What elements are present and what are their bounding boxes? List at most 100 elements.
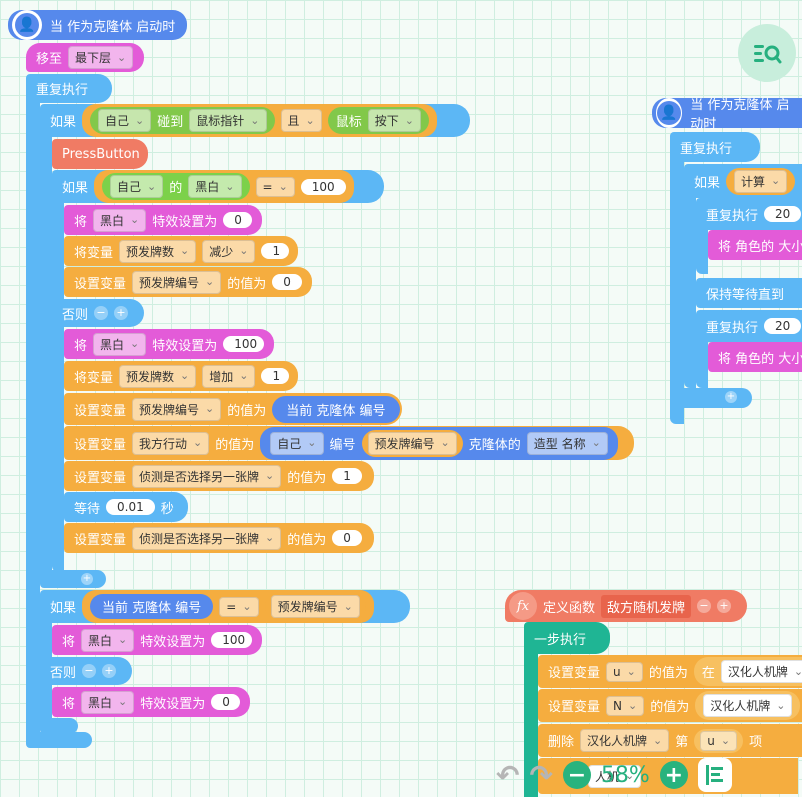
- set-effect-block-4[interactable]: 将 黑白 特效设置为 0: [52, 687, 250, 717]
- else-label-1[interactable]: 否则 − +: [52, 299, 144, 327]
- value-field[interactable]: 0: [272, 274, 302, 290]
- set-effect-block-1[interactable]: 将 黑白 特效设置为 0: [64, 205, 262, 235]
- repeat-n-block-2[interactable]: 重复执行 20: [696, 310, 802, 342]
- of-property-sensor[interactable]: 自己 的 黑白: [102, 173, 250, 200]
- self-dropdown[interactable]: 自己: [98, 109, 152, 132]
- change-var-block-2[interactable]: 将变量 预发牌数 增加 1: [64, 361, 298, 391]
- list-dropdown[interactable]: 汉化人机牌: [580, 729, 670, 752]
- redo-icon[interactable]: ↷: [529, 759, 552, 792]
- list-reporter[interactable]: 汉化人机牌: [695, 691, 801, 720]
- repeat-n-block-1[interactable]: 重复执行 20: [696, 198, 802, 230]
- operator-dropdown[interactable]: =: [219, 596, 259, 617]
- repeat-end-2-add[interactable]: +: [725, 391, 737, 403]
- clone-id-reporter[interactable]: 当前 克隆体 编号: [272, 395, 400, 423]
- remove-branch-icon[interactable]: −: [94, 306, 109, 320]
- clone-property-reporter[interactable]: 自己 编号 预发牌编号 克隆体的 造型 名称: [260, 426, 618, 460]
- run-step-block[interactable]: 一步执行: [524, 622, 610, 654]
- value-field[interactable]: 0: [332, 530, 362, 546]
- set-var-block-3[interactable]: 设置变量 我方行动 的值为 自己 编号 预发牌编号 克隆体的 造型 名称: [64, 426, 634, 460]
- value-field[interactable]: 100: [223, 336, 264, 352]
- clone-start-hat-2[interactable]: 👤 当 作为克隆体 启动时: [652, 98, 802, 132]
- repeat-forever-block[interactable]: 重复执行: [26, 74, 112, 103]
- add-branch-icon[interactable]: +: [114, 306, 129, 320]
- var-reporter[interactable]: 预发牌编号: [361, 429, 463, 457]
- var-dropdown[interactable]: 预发牌编号: [270, 595, 360, 618]
- value-field[interactable]: 0: [223, 212, 252, 228]
- list-dropdown[interactable]: 汉化人机牌: [703, 694, 793, 717]
- wait-value-field[interactable]: 0.01: [106, 499, 155, 515]
- var-dropdown[interactable]: 我方行动: [132, 431, 210, 455]
- set-var-u-block[interactable]: 设置变量 u 的值为 在 汉化人机牌: [538, 655, 802, 688]
- op-dropdown[interactable]: 减少: [202, 239, 256, 263]
- effect-dropdown[interactable]: 黑白: [81, 628, 135, 652]
- set-effect-block-2[interactable]: 将 黑白 特效设置为 100: [64, 329, 274, 359]
- repeat-count-field[interactable]: 20: [764, 318, 802, 334]
- if-block-3[interactable]: 如果 当前 克隆体 编号 = 预发牌编号: [40, 590, 410, 623]
- set-size-block-1[interactable]: 将 角色的 大小: [708, 230, 802, 260]
- wait-block[interactable]: 等待 0.01 秒: [64, 492, 188, 522]
- op-dropdown[interactable]: 增加: [202, 364, 256, 388]
- set-var-block-5[interactable]: 设置变量 侦测是否选择另一张牌 的值为 0: [64, 523, 374, 553]
- self-dropdown[interactable]: 自己: [110, 175, 164, 198]
- var-reporter[interactable]: 预发牌编号: [264, 593, 366, 620]
- set-var-block-2[interactable]: 设置变量 预发牌编号 的值为 当前 克隆体 编号: [64, 393, 402, 425]
- set-effect-block-3[interactable]: 将 黑白 特效设置为 100: [52, 625, 262, 655]
- zoom-out-button[interactable]: −: [562, 761, 591, 789]
- var-dropdown[interactable]: 预发牌数: [119, 364, 197, 388]
- value-field[interactable]: 1: [261, 368, 290, 384]
- remove-param-icon[interactable]: −: [697, 599, 712, 613]
- add-branch-icon[interactable]: +: [102, 664, 117, 678]
- value-field[interactable]: 1: [332, 468, 362, 484]
- set-var-block-4[interactable]: 设置变量 侦测是否选择另一张牌 的值为 1: [64, 461, 374, 491]
- effect-dropdown[interactable]: 黑白: [93, 332, 147, 356]
- pressbutton-call[interactable]: PressButton: [52, 139, 148, 169]
- touching-sensor[interactable]: 自己 碰到 鼠标指针: [90, 107, 275, 134]
- calc-dropdown[interactable]: 计算: [734, 169, 788, 193]
- var-dropdown[interactable]: N: [606, 695, 645, 716]
- list-reporter[interactable]: 在 汉化人机牌: [693, 657, 802, 686]
- if-1-add[interactable]: +: [81, 573, 93, 585]
- var2-dropdown[interactable]: 预发牌编号: [367, 431, 457, 455]
- if-block-1[interactable]: 如果 自己 碰到 鼠标指针 且 鼠标 按下: [40, 104, 470, 137]
- list-dropdown[interactable]: 汉化人机牌: [720, 660, 802, 683]
- change-var-block-1[interactable]: 将变量 预发牌数 减少 1: [64, 236, 298, 266]
- property-dropdown[interactable]: 造型 名称: [526, 431, 608, 455]
- block-search-button[interactable]: [738, 24, 796, 82]
- function-name[interactable]: 敌方随机发牌: [601, 594, 692, 618]
- else-label-2[interactable]: 否则 − +: [40, 657, 132, 685]
- set-size-block-2[interactable]: 将 角色的 大小: [708, 342, 802, 372]
- mouse-state-dropdown[interactable]: 按下: [367, 109, 421, 132]
- var-dropdown[interactable]: u: [700, 730, 738, 751]
- value-field[interactable]: 100: [300, 178, 346, 195]
- add-param-icon[interactable]: +: [717, 599, 732, 613]
- var-reporter[interactable]: u: [694, 728, 744, 753]
- repeat-forever-block-2[interactable]: 重复执行: [670, 132, 760, 162]
- var-dropdown[interactable]: 侦测是否选择另一张牌: [132, 464, 282, 488]
- tidy-blocks-button[interactable]: [697, 758, 732, 792]
- operator-dropdown[interactable]: =: [255, 176, 295, 197]
- and-operator[interactable]: 自己 碰到 鼠标指针 且 鼠标 按下: [82, 104, 437, 137]
- value-field[interactable]: 0: [211, 694, 240, 710]
- var-dropdown[interactable]: 预发牌编号: [132, 397, 222, 421]
- layer-dropdown[interactable]: 最下层: [68, 46, 134, 69]
- var-dropdown[interactable]: 侦测是否选择另一张牌: [132, 526, 282, 550]
- property-dropdown[interactable]: 黑白: [188, 175, 242, 198]
- var-dropdown[interactable]: u: [606, 661, 643, 682]
- value-field[interactable]: 1: [261, 243, 290, 259]
- equals-operator[interactable]: 当前 克隆体 编号 = 预发牌编号: [82, 590, 374, 623]
- remove-branch-icon[interactable]: −: [82, 664, 97, 678]
- define-function-hat[interactable]: fx 定义函数 敌方随机发牌 − +: [505, 590, 747, 622]
- var-dropdown[interactable]: 预发牌数: [119, 239, 197, 263]
- var-dropdown[interactable]: 预发牌编号: [132, 270, 222, 294]
- delete-list-item-block[interactable]: 删除 汉化人机牌 第 u 项: [538, 724, 802, 757]
- set-var-block-1[interactable]: 设置变量 预发牌编号 的值为 0: [64, 267, 312, 297]
- mouse-down-sensor[interactable]: 鼠标 按下: [327, 107, 429, 134]
- set-var-n-block[interactable]: 设置变量 N 的值为 汉化人机牌: [538, 689, 802, 722]
- equals-operator[interactable]: 自己 的 黑白 = 100: [94, 170, 354, 203]
- if-block-r[interactable]: 如果 计算: [684, 164, 802, 198]
- calc-reporter[interactable]: 计算: [726, 167, 796, 195]
- target-dropdown[interactable]: 鼠标指针: [189, 109, 267, 132]
- if-block-2[interactable]: 如果 自己 的 黑白 = 100: [52, 170, 384, 203]
- effect-dropdown[interactable]: 黑白: [93, 208, 147, 232]
- move-to-layer-block[interactable]: 移至 最下层: [26, 43, 144, 72]
